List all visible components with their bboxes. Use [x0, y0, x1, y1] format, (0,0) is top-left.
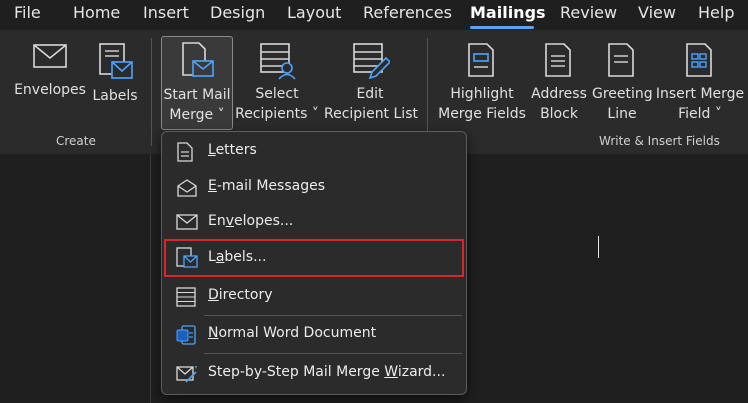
menu-item-label: Labels...	[208, 249, 267, 265]
open-envelope-icon	[177, 179, 197, 197]
select-recipients-label-2: Recipients ˅	[235, 106, 319, 122]
create-group-label: Create	[56, 134, 96, 148]
menu-item-label: Letters	[208, 142, 257, 158]
group-divider	[427, 38, 428, 146]
menu-item-mail-merge-wizard[interactable]: Step-by-Step Mail Merge Wizard...	[166, 356, 462, 390]
greeting-line-icon	[608, 43, 634, 77]
menu-item-label: Step-by-Step Mail Merge Wizard...	[208, 364, 446, 380]
tab-view[interactable]: View	[638, 3, 676, 22]
menu-item-labels[interactable]: Labels...	[164, 239, 464, 277]
tab-help[interactable]: Help	[698, 3, 734, 22]
menu-item-label: E-mail Messages	[208, 178, 326, 194]
envelope-icon	[176, 214, 198, 230]
highlight-fields-icon	[468, 43, 494, 77]
active-tab-indicator	[470, 26, 534, 29]
edit-recipient-list-label-1: Edit	[356, 86, 384, 102]
tab-mailings[interactable]: Mailings	[470, 3, 546, 22]
envelopes-label: Envelopes	[14, 82, 86, 98]
menu-item-label: Envelopes...	[208, 213, 294, 229]
edit-recipient-list-button[interactable]: Edit Recipient List	[324, 40, 418, 124]
document-icon	[177, 142, 193, 162]
menu-item-label: Normal Word Document	[208, 325, 377, 341]
address-block-icon	[545, 43, 571, 77]
insert-merge-field-button[interactable]: Insert Merge Field ˅	[655, 40, 745, 124]
menu-item-directory[interactable]: Directory	[166, 279, 462, 313]
start-mail-merge-button[interactable]: Start Mail Merge ˅	[161, 36, 233, 130]
edit-recipient-list-label-2: Recipient List	[324, 106, 418, 122]
menu-divider	[204, 353, 462, 354]
tab-insert[interactable]: Insert	[143, 3, 189, 22]
select-recipients-label-1: Select	[255, 86, 299, 102]
tab-file[interactable]: File	[14, 3, 41, 22]
menu-bar: File Home Insert Design Layout Reference…	[0, 0, 748, 29]
greeting-line-button[interactable]: Greeting Line	[592, 40, 653, 124]
address-block-label-2: Block	[540, 106, 578, 122]
start-mail-merge-label-2: Merge ˅	[169, 107, 225, 123]
menu-item-envelopes[interactable]: Envelopes...	[166, 205, 462, 239]
menu-item-normal-word-document[interactable]: Normal Word Document	[166, 317, 462, 351]
tab-home[interactable]: Home	[73, 3, 120, 22]
highlight-label-2: Merge Fields	[438, 106, 526, 122]
highlight-merge-fields-button[interactable]: Highlight Merge Fields	[437, 40, 527, 124]
insert-merge-field-icon	[686, 43, 712, 77]
menu-item-email-messages[interactable]: E-mail Messages	[166, 170, 462, 204]
directory-icon	[176, 287, 196, 307]
tab-design[interactable]: Design	[210, 3, 265, 22]
select-recipients-icon	[260, 43, 296, 80]
greeting-line-label-2: Line	[607, 106, 637, 122]
menu-divider	[204, 315, 462, 316]
wizard-icon	[176, 366, 197, 383]
group-divider	[151, 38, 152, 146]
envelopes-button[interactable]: Envelopes	[14, 42, 86, 100]
tab-review[interactable]: Review	[560, 3, 617, 22]
tab-references[interactable]: References	[363, 3, 452, 22]
insert-merge-field-label-1: Insert Merge	[655, 86, 745, 102]
highlight-label-1: Highlight	[450, 86, 514, 102]
address-block-label-1: Address	[531, 86, 587, 102]
edit-list-icon	[353, 43, 390, 80]
text-cursor	[598, 236, 599, 258]
labels-icon	[176, 247, 198, 268]
menu-item-label: Directory	[208, 287, 273, 303]
menu-item-letters[interactable]: Letters	[166, 134, 462, 168]
word-document-icon	[176, 325, 196, 345]
insert-merge-field-label-2: Field ˅	[678, 106, 722, 122]
start-mail-merge-menu: Letters E-mail Messages Envelopes... Lab…	[161, 131, 467, 395]
labels-icon	[99, 43, 133, 79]
address-block-button[interactable]: Address Block	[529, 40, 589, 124]
select-recipients-button[interactable]: Select Recipients ˅	[234, 40, 320, 124]
tab-layout[interactable]: Layout	[287, 3, 341, 22]
write-insert-fields-group-label: Write & Insert Fields	[599, 134, 720, 148]
labels-button[interactable]: Labels	[90, 42, 140, 106]
labels-label: Labels	[92, 88, 138, 104]
start-mail-merge-label-1: Start Mail	[163, 87, 231, 103]
greeting-line-label-1: Greeting	[592, 86, 653, 102]
envelope-icon	[33, 44, 67, 68]
mail-merge-icon	[182, 42, 214, 77]
